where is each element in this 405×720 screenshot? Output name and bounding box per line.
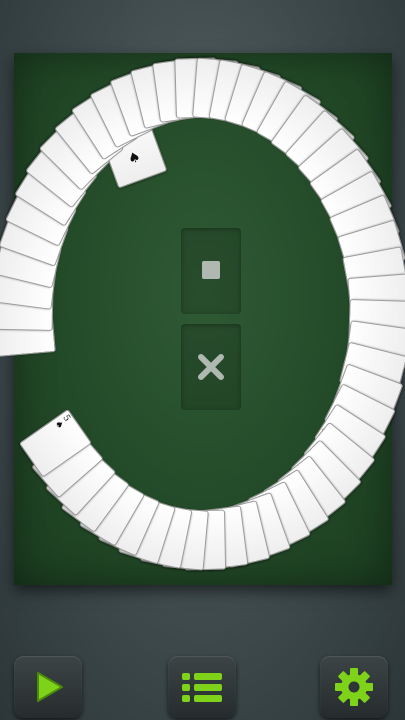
top-card-pip: ♠ — [125, 148, 144, 169]
play-button[interactable] — [14, 656, 82, 718]
menu-list-icon — [182, 673, 222, 702]
gear-icon — [335, 668, 373, 706]
card-ring: 8♥2♦2♥9♦5♦10♦4♦7♥6♠7♣J♥4♣8♣2♠3♦4♥J♠K♥6♦A… — [0, 0, 405, 720]
card-suit: ♠ — [51, 419, 65, 432]
settings-button[interactable] — [320, 656, 388, 718]
menu-button[interactable] — [168, 656, 236, 718]
play-icon — [37, 672, 63, 702]
